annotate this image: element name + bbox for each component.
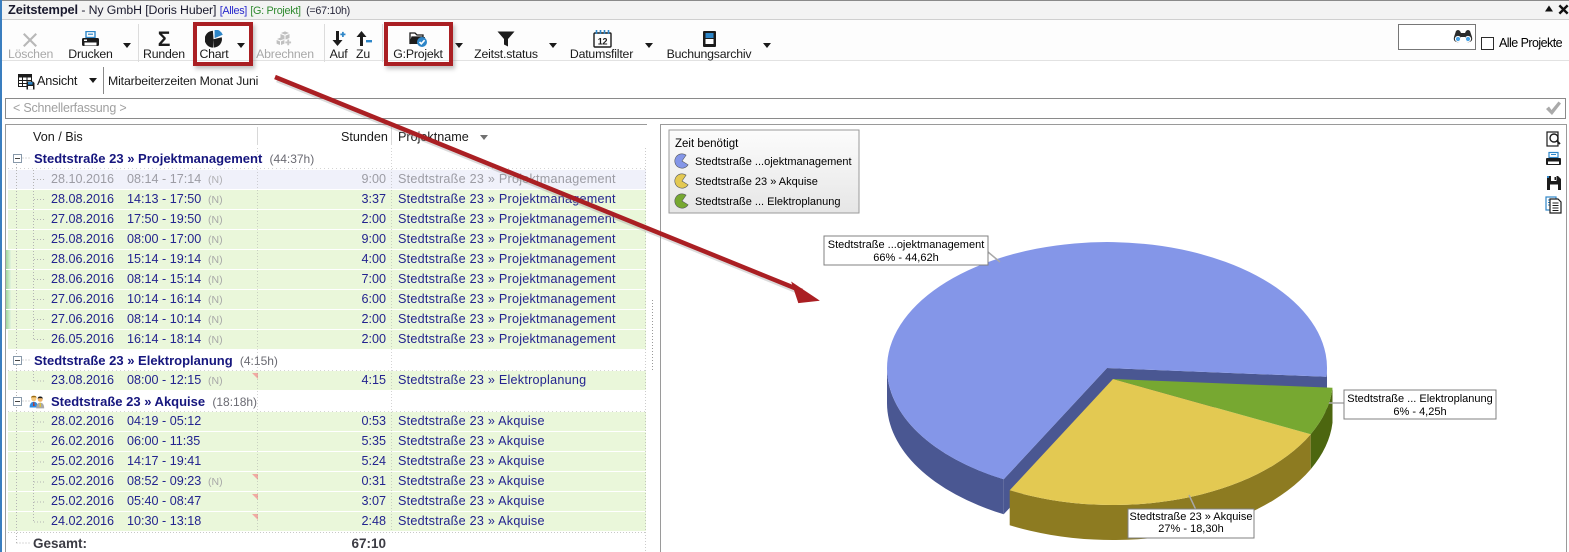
svg-text:Stedtstraße ... Elektroplanung: Stedtstraße ... Elektroplanung [1347,393,1493,405]
svg-text:27% - 18,30h: 27% - 18,30h [1158,523,1223,535]
svg-text:Stedtstraße 23 » Akquise: Stedtstraße 23 » Akquise [1130,511,1253,523]
svg-text:12: 12 [598,37,608,47]
svg-text:66% - 44,62h: 66% - 44,62h [873,252,938,264]
svg-text:Stedtstraße ...ojektmanagement: Stedtstraße ...ojektmanagement [828,239,985,251]
svg-text:6% - 4,25h: 6% - 4,25h [1393,406,1446,418]
